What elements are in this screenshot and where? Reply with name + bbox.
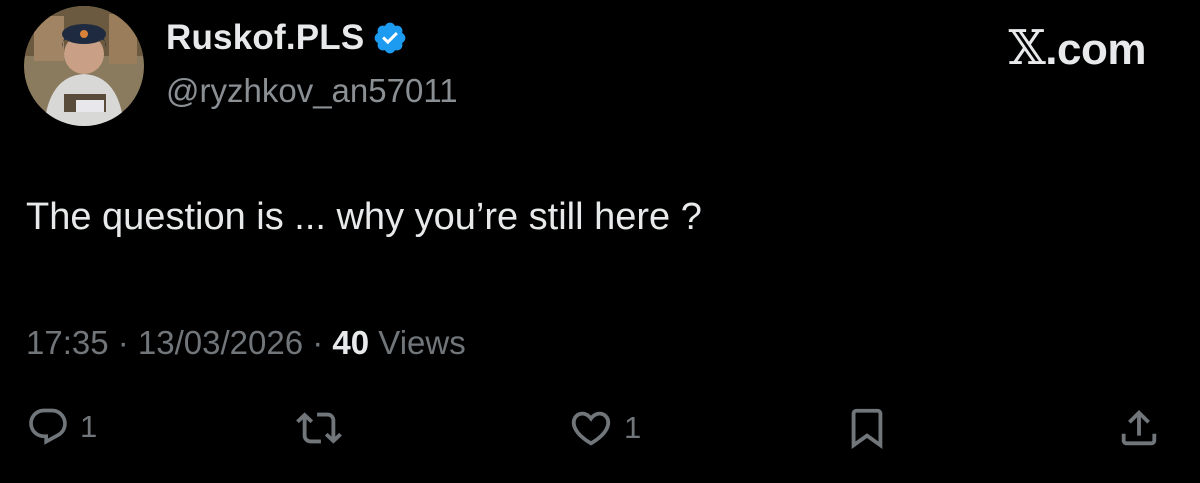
- reply-icon: [29, 408, 67, 445]
- views-count[interactable]: 40: [332, 324, 369, 361]
- display-name-row[interactable]: Ruskof.PLS: [166, 18, 408, 58]
- verified-badge-icon: [372, 20, 408, 56]
- tweet-text: The question is ... why you’re still her…: [26, 196, 702, 238]
- tweet-card: Ruskof.PLS @ryzhkov_an57011 𝕏 .com The q…: [0, 0, 1200, 483]
- action-bar: 1 1: [0, 405, 1200, 461]
- repost-button[interactable]: [296, 405, 342, 451]
- bookmark-icon: [851, 408, 883, 449]
- heart-icon: [571, 411, 611, 446]
- bookmark-button[interactable]: [844, 405, 890, 451]
- display-name[interactable]: Ruskof.PLS: [166, 18, 364, 58]
- x-logo-icon: 𝕏: [1008, 20, 1046, 76]
- share-button[interactable]: [1116, 405, 1162, 451]
- avatar[interactable]: [24, 6, 144, 126]
- site-brand-suffix: .com: [1045, 25, 1146, 74]
- tweet-time[interactable]: 17:35: [26, 324, 109, 361]
- reply-button[interactable]: 1: [26, 405, 97, 449]
- share-icon: [1121, 409, 1157, 446]
- meta-separator: ·: [108, 324, 138, 361]
- reply-count: 1: [80, 409, 98, 444]
- views-label[interactable]: Views: [369, 324, 465, 361]
- meta-separator: ·: [303, 324, 333, 361]
- like-count: 1: [624, 410, 642, 445]
- site-brand: 𝕏 .com: [1008, 20, 1147, 76]
- tweet-date[interactable]: 13/03/2026: [138, 324, 303, 361]
- user-handle[interactable]: @ryzhkov_an57011: [166, 72, 458, 110]
- like-button[interactable]: 1: [568, 405, 641, 451]
- repost-icon: [296, 412, 342, 444]
- tweet-meta: 17:35 · 13/03/2026 · 40 Views: [26, 324, 466, 362]
